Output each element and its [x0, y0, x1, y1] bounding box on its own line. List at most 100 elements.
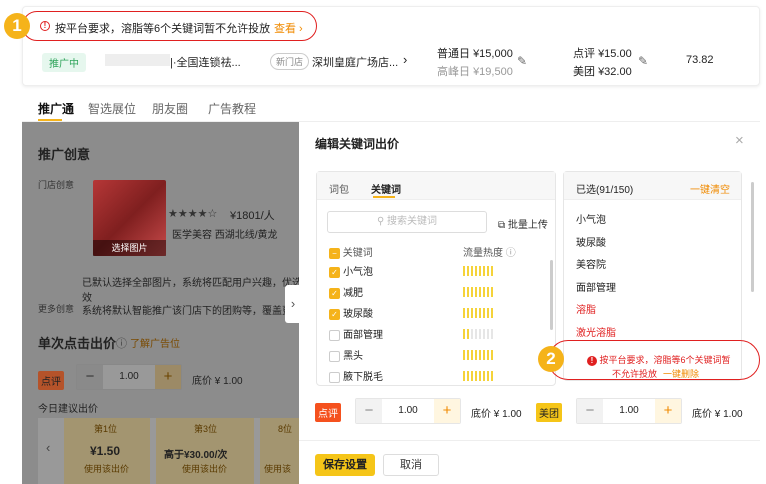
help-icon[interactable]: ⓘ	[116, 335, 127, 351]
selected-keyword[interactable]: 面部管理	[576, 279, 616, 294]
dianping-bid-stepper[interactable]: − 1.00 +	[355, 398, 461, 424]
edit-budget-icon[interactable]: ✎	[517, 54, 527, 68]
keyword-row[interactable]: ✓ 减肥	[329, 284, 549, 300]
keyword-column-header: − 关键词	[329, 244, 373, 259]
chevron-left-icon[interactable]: ‹	[46, 440, 50, 455]
floor-price: 底价 ¥ 1.00	[192, 376, 243, 387]
bid-value[interactable]: 1.00	[382, 399, 434, 423]
keyword-row[interactable]: ✓ 小气泡	[329, 263, 549, 279]
keyword-row[interactable]: ✓ 玻尿酸	[329, 305, 549, 321]
keyword-row[interactable]: 面部管理	[329, 326, 549, 342]
selected-keyword[interactable]: 美容院	[576, 256, 606, 271]
more-creative-text: 系统将默认智能推广该门店下的团购等，覆盖更	[82, 306, 292, 317]
keyword-picker-panel: 词包 关键词 ⚲ 搜索关键词 ⧉ 批量上传 − 关键词 流量热度 ⓘ ✓ 小气泡…	[316, 171, 556, 386]
peak-day-budget: 高峰日 ¥19,500	[437, 66, 513, 78]
position-card[interactable]: 第1位 ¥1.50 使用该出价	[64, 418, 150, 484]
tab-promotion[interactable]: 推广通	[38, 100, 74, 117]
step-badge-1: 1	[4, 13, 30, 39]
tab-keywords[interactable]: 关键词	[371, 181, 401, 196]
chevron-right-icon[interactable]: ›	[403, 52, 407, 67]
heat-bar	[463, 350, 493, 360]
position-price: 高于¥30.00/次	[164, 450, 228, 461]
position-rank: 第3位	[194, 424, 218, 434]
more-creative-label: 更多创意	[38, 304, 75, 314]
store-location: 深圳皇庭广场店...	[312, 57, 399, 69]
scrollbar[interactable]	[751, 182, 754, 292]
dianping-bid: 点评 ¥15.00	[573, 48, 632, 60]
selected-keyword[interactable]: 小气泡	[576, 211, 606, 226]
shop-name-redacted	[105, 54, 170, 66]
edit-bid-icon[interactable]: ✎	[638, 54, 648, 68]
tab-smart-booth[interactable]: 智选展位	[88, 100, 136, 117]
close-icon[interactable]: ×	[735, 132, 744, 149]
heat-bar	[463, 329, 493, 339]
shop-name: |·全国连锁祛...	[170, 57, 241, 69]
meituan-bid: 美团 ¥32.00	[573, 66, 632, 78]
keyword-search-input[interactable]: ⚲ 搜索关键词	[327, 211, 487, 233]
heat-column-header: 流量热度 ⓘ	[463, 248, 516, 259]
status-badge: 推广中	[42, 53, 86, 72]
selected-keyword[interactable]: 玻尿酸	[576, 234, 606, 249]
dianping-badge: 点评	[38, 371, 64, 390]
floor-price: 底价 ¥ 1.00	[471, 409, 522, 420]
tab-word-package[interactable]: 词包	[329, 181, 349, 196]
keyword-checkbox[interactable]: ✓	[329, 308, 340, 320]
keyword-row[interactable]: 黑头	[329, 347, 549, 363]
increase-button[interactable]: +	[155, 365, 181, 389]
selected-keyword-blocked[interactable]: 激光溶脂	[576, 324, 616, 339]
score-value: 73.82	[686, 54, 714, 66]
save-button[interactable]: 保存设置	[315, 454, 375, 476]
keyword-checkbox[interactable]	[329, 350, 340, 362]
increase-button[interactable]: +	[655, 399, 681, 423]
section-title: 推广创意	[38, 147, 91, 162]
bid-value[interactable]: 1.00	[103, 365, 155, 389]
bulk-upload-button[interactable]: ⧉ 批量上传	[498, 216, 548, 231]
keyword-label: 黑头	[343, 351, 364, 362]
keyword-label: 小气泡	[343, 267, 374, 278]
keyword-row[interactable]: 腋下脱毛	[329, 368, 549, 384]
price-per-person: ¥1801/人	[230, 210, 275, 222]
alert-view-link[interactable]: 查看 ›	[274, 20, 303, 36]
decrease-button[interactable]: −	[356, 399, 382, 423]
keyword-bid-modal: 编辑关键词出价 × 词包 关键词 ⚲ 搜索关键词 ⧉ 批量上传 − 关键词 流量…	[299, 122, 760, 484]
selected-keyword-blocked[interactable]: 溶脂	[576, 301, 596, 316]
scrollbar[interactable]	[550, 260, 553, 330]
bid-value[interactable]: 1.00	[603, 399, 655, 423]
keyword-checkbox[interactable]	[329, 371, 340, 383]
use-bid-link[interactable]: 使用该出价	[84, 462, 129, 475]
alert-text: 按平台要求，溶脂等6个关键词暂不允许投放	[55, 23, 271, 35]
select-all-checkbox[interactable]: −	[329, 247, 340, 259]
divider	[299, 440, 760, 441]
bid-stepper[interactable]: − 1.00 +	[76, 364, 182, 390]
tab-bar: 推广通 智选展位 朋友圈 广告教程	[22, 94, 760, 122]
learn-ads-link[interactable]: 了解广告位	[130, 335, 180, 350]
use-bid-link[interactable]: 使用该出价	[182, 462, 227, 475]
keyword-checkbox[interactable]: ✓	[329, 287, 340, 299]
use-bid-link[interactable]: 使用该	[264, 462, 291, 475]
increase-button[interactable]: +	[434, 399, 460, 423]
step-badge-2: 2	[538, 346, 564, 372]
keyword-checkbox[interactable]: ✓	[329, 266, 340, 278]
tab-moments[interactable]: 朋友圈	[152, 100, 188, 117]
decrease-button[interactable]: −	[577, 399, 603, 423]
search-icon: ⚲	[376, 216, 385, 227]
category-area: 医学美容 西湖北线/黄龙	[172, 230, 278, 241]
keyword-label: 减肥	[343, 288, 364, 299]
today-suggest-label: 今日建议出价	[38, 404, 98, 415]
position-card[interactable]: 8位 使用该	[260, 418, 302, 484]
tab-ad-tutorial[interactable]: 广告教程	[208, 100, 256, 117]
active-tab-indicator	[38, 119, 62, 121]
clear-all-button[interactable]: 一键清空	[690, 181, 730, 196]
heat-bar	[463, 287, 493, 297]
new-store-tag: 新门店	[270, 53, 310, 70]
cancel-button[interactable]: 取消	[383, 454, 439, 476]
position-rank: 8位	[278, 424, 293, 434]
keyword-checkbox[interactable]	[329, 329, 340, 341]
meituan-bid-stepper[interactable]: − 1.00 +	[576, 398, 682, 424]
select-image-button[interactable]: 选择图片	[93, 240, 166, 256]
heat-bar	[463, 371, 493, 381]
keyword-label: 腋下脱毛	[343, 372, 384, 383]
keyword-tab-indicator	[373, 196, 395, 198]
position-card[interactable]: 第3位 高于¥30.00/次 使用该出价	[156, 418, 254, 484]
decrease-button[interactable]: −	[77, 365, 103, 389]
